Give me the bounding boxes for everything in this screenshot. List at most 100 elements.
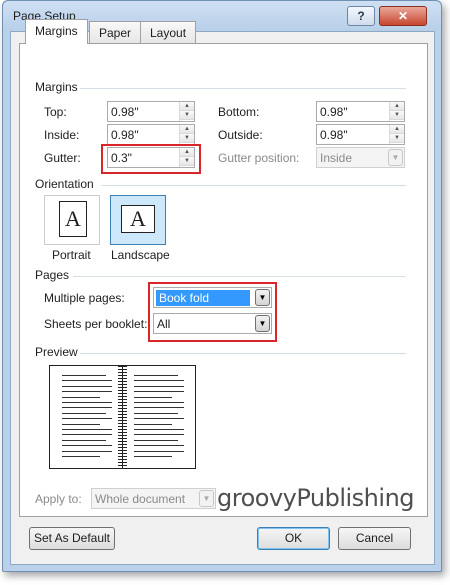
chevron-down-icon[interactable]: ▼ (199, 490, 214, 507)
preview-line (134, 456, 172, 457)
gutter-spinner[interactable]: 0.3" ▲ ▼ (107, 147, 195, 168)
preview-line (62, 450, 112, 452)
booklet-preview (49, 365, 196, 469)
preview-line (134, 434, 184, 436)
portrait-button[interactable]: A (44, 195, 100, 245)
preview-line (134, 396, 172, 398)
preview-divider (80, 353, 406, 354)
sheets-per-booklet-label: Sheets per booklet: (44, 317, 148, 331)
preview-line (134, 429, 184, 430)
preview-line (62, 434, 112, 436)
preview-line (62, 439, 106, 441)
spin-down-icon[interactable]: ▼ (180, 134, 194, 143)
help-button[interactable]: ? (347, 6, 375, 26)
multiple-pages-value: Book fold (156, 290, 250, 306)
bottom-label: Bottom: (218, 105, 260, 119)
watermark-text: groovyPublishing (217, 484, 415, 512)
pages-section-title: Pages (35, 268, 70, 282)
top-margin-spinner[interactable]: 0.98" ▲ ▼ (107, 101, 195, 122)
sheets-per-booklet-value: All (157, 317, 171, 331)
preview-line (62, 456, 100, 457)
outside-label: Outside: (218, 128, 263, 142)
spin-down-icon[interactable]: ▼ (390, 111, 404, 120)
pages-divider (73, 276, 406, 277)
chevron-down-icon[interactable]: ▼ (255, 315, 270, 332)
outside-margin-value: 0.98" (320, 128, 348, 142)
cancel-button[interactable]: Cancel (338, 527, 411, 550)
spin-down-icon[interactable]: ▼ (180, 111, 194, 120)
chevron-down-icon[interactable]: ▼ (255, 289, 270, 306)
spin-up-icon[interactable]: ▲ (180, 125, 194, 134)
top-label: Top: (44, 105, 67, 119)
margins-divider (80, 88, 406, 89)
preview-line (62, 385, 112, 387)
inside-margin-spinner[interactable]: 0.98" ▲ ▼ (107, 124, 195, 145)
preview-line (62, 402, 112, 403)
apply-to-select[interactable]: Whole document ▼ (91, 488, 216, 509)
preview-line (134, 380, 184, 382)
preview-line (134, 402, 184, 403)
preview-line (134, 375, 178, 376)
preview-line (62, 375, 106, 376)
spin-up-icon[interactable]: ▲ (390, 102, 404, 111)
ok-button[interactable]: OK (257, 527, 330, 550)
portrait-label: Portrait (52, 248, 91, 262)
bottom-margin-arrows[interactable]: ▲ ▼ (389, 102, 404, 121)
spin-up-icon[interactable]: ▲ (180, 102, 194, 111)
spin-down-icon[interactable]: ▼ (180, 157, 194, 166)
preview-line (134, 391, 184, 393)
preview-line (134, 412, 178, 414)
top-margin-arrows[interactable]: ▲ ▼ (179, 102, 194, 121)
preview-line (134, 439, 178, 441)
landscape-label: Landscape (111, 248, 170, 262)
inside-margin-arrows[interactable]: ▲ ▼ (179, 125, 194, 144)
tab-paper[interactable]: Paper (89, 21, 142, 43)
portrait-page-icon: A (59, 201, 87, 237)
preview-line (62, 396, 100, 398)
preview-line (134, 407, 184, 409)
spin-up-icon[interactable]: ▲ (390, 125, 404, 134)
margins-section-title: Margins (35, 80, 78, 94)
preview-line (62, 407, 112, 409)
spin-up-icon[interactable]: ▲ (180, 148, 194, 157)
orientation-divider (101, 185, 406, 186)
inside-label: Inside: (44, 128, 80, 142)
outside-margin-arrows[interactable]: ▲ ▼ (389, 125, 404, 144)
multiple-pages-label: Multiple pages: (44, 291, 125, 305)
gutter-position-select[interactable]: Inside ▼ (316, 147, 405, 168)
preview-line (62, 445, 112, 447)
apply-to-label: Apply to: (35, 492, 82, 506)
inside-margin-value: 0.98" (111, 128, 139, 142)
gutter-label: Gutter: (44, 151, 81, 165)
landscape-page-icon: A (121, 205, 155, 233)
tab-margins[interactable]: Margins (25, 19, 88, 44)
tab-layout[interactable]: Layout (140, 21, 197, 43)
preview-line (62, 429, 112, 430)
spin-down-icon[interactable]: ▼ (390, 134, 404, 143)
preview-line (62, 391, 112, 393)
apply-to-value: Whole document (95, 492, 186, 506)
preview-line (62, 418, 112, 420)
landscape-button[interactable]: A (110, 195, 166, 245)
top-margin-value: 0.98" (111, 105, 139, 119)
preview-line (134, 445, 184, 447)
sheets-per-booklet-select[interactable]: All ▼ (153, 313, 272, 334)
preview-line (62, 380, 112, 382)
preview-line (134, 423, 172, 425)
preview-line (134, 385, 184, 387)
preview-section-title: Preview (35, 345, 78, 359)
preview-line (62, 412, 106, 414)
multiple-pages-select[interactable]: Book fold ▼ (153, 287, 272, 308)
preview-line (62, 423, 100, 425)
bottom-margin-spinner[interactable]: 0.98" ▲ ▼ (316, 101, 405, 122)
gutter-arrows[interactable]: ▲ ▼ (179, 148, 194, 167)
booklet-spine (122, 366, 123, 468)
gutter-position-label: Gutter position: (218, 151, 300, 165)
orientation-section-title: Orientation (35, 177, 94, 191)
chevron-down-icon[interactable]: ▼ (388, 149, 403, 166)
gutter-position-value: Inside (320, 151, 353, 165)
outside-margin-spinner[interactable]: 0.98" ▲ ▼ (316, 124, 405, 145)
bottom-margin-value: 0.98" (320, 105, 348, 119)
set-as-default-button[interactable]: Set As Default (29, 527, 115, 550)
close-button[interactable]: ✕ (379, 6, 427, 26)
